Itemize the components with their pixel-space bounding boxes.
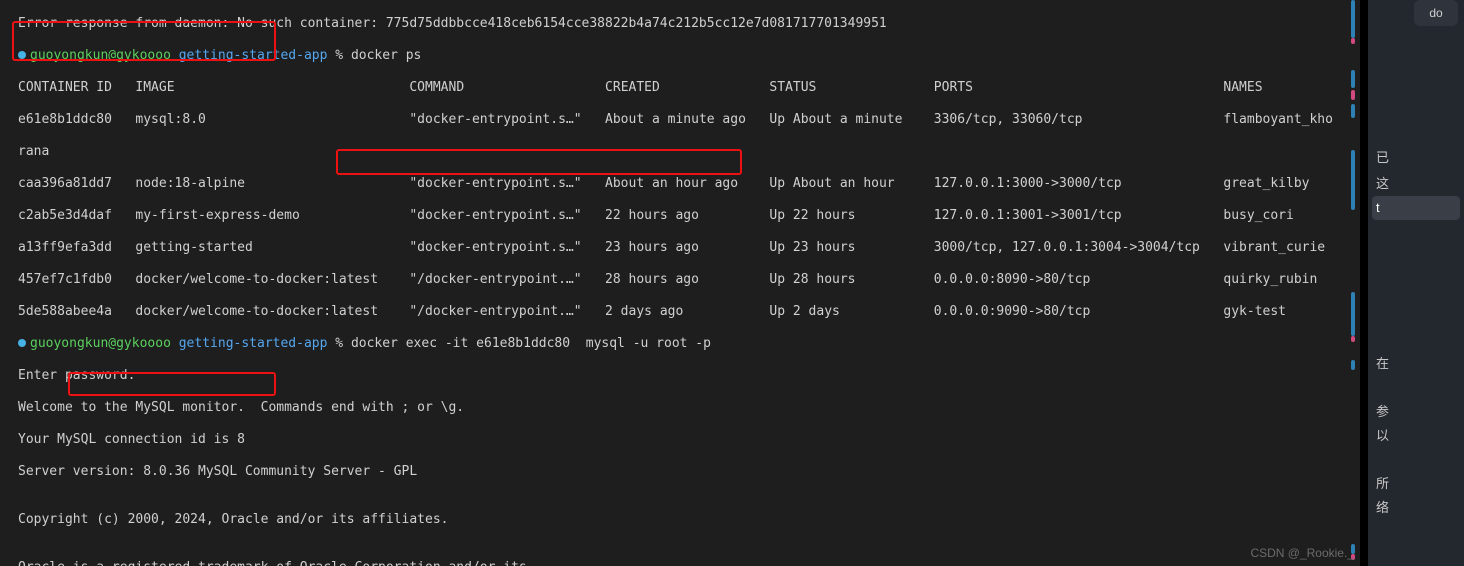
mysql-out: Enter password:: [18, 368, 1360, 384]
table-row: e61e8b1ddc80 mysql:8.0 "docker-entrypoin…: [18, 112, 1360, 128]
minimap-seg: [1351, 38, 1355, 44]
tab-item[interactable]: 以: [1372, 424, 1460, 448]
table-row: 5de588abee4a docker/welcome-to-docker:la…: [18, 304, 1360, 320]
minimap-seg: [1351, 0, 1355, 38]
prompt-docker-exec: guoyongkun@gykoooo getting-started-app %…: [18, 336, 1360, 352]
minimap-seg: [1351, 70, 1355, 88]
minimap-column[interactable]: [1347, 0, 1359, 566]
table-row: caa396a81dd7 node:18-alpine "docker-entr…: [18, 176, 1360, 192]
terminal-pane[interactable]: Error response from daemon: No such cont…: [0, 0, 1360, 566]
watermark: CSDN @_Rookie._: [1250, 546, 1354, 560]
table-row-overflow: rana: [18, 144, 1360, 160]
tab-item[interactable]: 已: [1372, 146, 1460, 170]
daemon-error: Error response from daemon: No such cont…: [18, 16, 1360, 32]
tab-item[interactable]: 这: [1372, 172, 1460, 196]
table-row: c2ab5e3d4daf my-first-express-demo "dock…: [18, 208, 1360, 224]
table-row: a13ff9efa3dd getting-started "docker-ent…: [18, 240, 1360, 256]
tab-item[interactable]: 络: [1372, 496, 1460, 520]
minimap-seg: [1351, 336, 1355, 342]
tab-item[interactable]: 所: [1372, 472, 1460, 496]
mysql-out: Your MySQL connection id is 8: [18, 432, 1360, 448]
mysql-out: Copyright (c) 2000, 2024, Oracle and/or …: [18, 512, 1360, 528]
minimap-seg: [1351, 292, 1355, 336]
minimap-seg: [1351, 360, 1355, 370]
mysql-out: Oracle is a registered trademark of Orac…: [18, 560, 1360, 566]
prompt-docker-ps: guoyongkun@gykoooo getting-started-app %…: [18, 48, 1360, 64]
tab-item-active[interactable]: t: [1372, 196, 1460, 220]
mysql-out: Server version: 8.0.36 MySQL Community S…: [18, 464, 1360, 480]
tab-button-do[interactable]: do: [1414, 0, 1458, 26]
minimap-seg: [1351, 90, 1355, 100]
mysql-out: Welcome to the MySQL monitor. Commands e…: [18, 400, 1360, 416]
table-row: 457ef7c1fdb0 docker/welcome-to-docker:la…: [18, 272, 1360, 288]
ps-header: CONTAINER ID IMAGE COMMAND CREATED STATU…: [18, 80, 1360, 96]
minimap-seg: [1351, 104, 1355, 118]
minimap-seg: [1351, 150, 1355, 210]
tab-item[interactable]: 在: [1372, 352, 1460, 376]
right-tab-strip: do 已 这 t 在 参 以 所 络: [1368, 0, 1464, 566]
tab-item[interactable]: 参: [1372, 400, 1460, 424]
